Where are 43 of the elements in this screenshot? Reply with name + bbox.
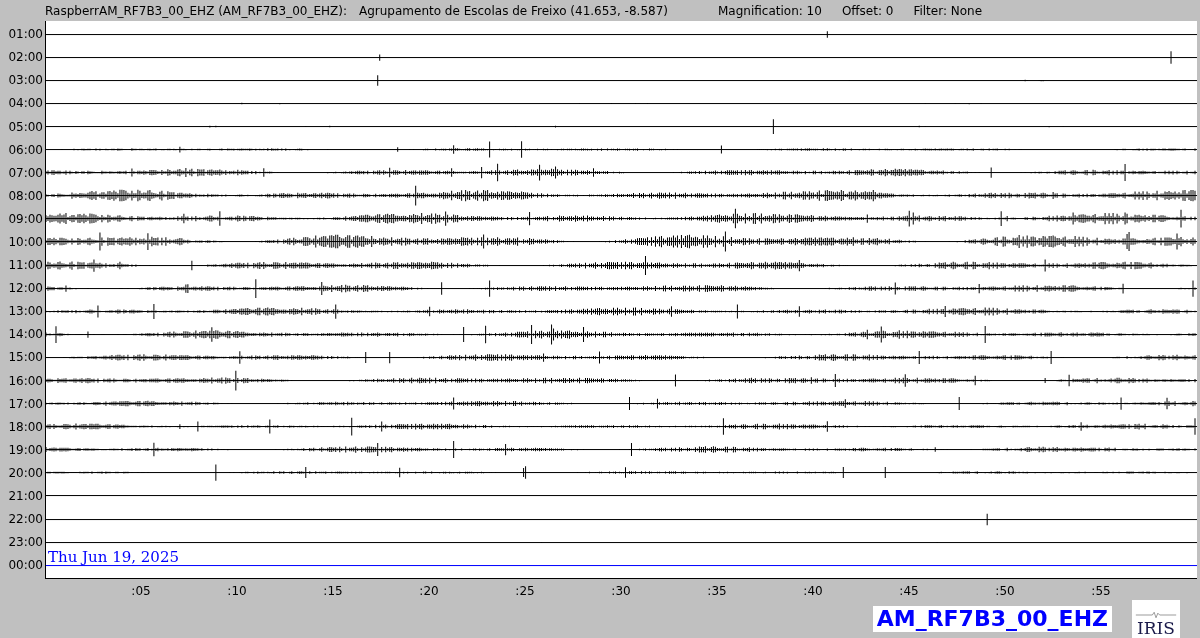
hour-label: 10:00 (7, 235, 44, 248)
hour-label: 14:00 (7, 328, 44, 341)
minute-tick-label: :20 (419, 582, 439, 600)
minute-tick-label: :45 (899, 582, 919, 600)
minute-tick-label: :25 (515, 582, 535, 600)
minute-tick-label: :10 (227, 582, 247, 600)
hour-label: 05:00 (7, 120, 44, 133)
minute-tick-label: :15 (323, 582, 343, 600)
minute-tick-label: :35 (707, 582, 727, 600)
hour-label: 18:00 (7, 420, 44, 433)
hour-label: 17:00 (7, 397, 44, 410)
hour-label: 11:00 (7, 259, 44, 272)
hour-label: 22:00 (7, 513, 44, 526)
hour-label: 19:00 (7, 443, 44, 456)
station-name: RaspberrAM_RF7B3_00_EHZ (AM_RF7B3_00_EHZ): (45, 2, 347, 20)
hour-label: 07:00 (7, 166, 44, 179)
magnification-label: Magnification: 10 (718, 2, 822, 20)
hour-label: 08:00 (7, 189, 44, 202)
minute-tick-label: :05 (131, 582, 151, 600)
minute-tick-label: :50 (995, 582, 1015, 600)
hour-label: 06:00 (7, 143, 44, 156)
filter-label: Filter: None (913, 2, 983, 20)
hour-label: 09:00 (7, 212, 44, 225)
hour-label: 12:00 (7, 282, 44, 295)
hour-label: 15:00 (7, 351, 44, 364)
hour-label: 04:00 (7, 97, 44, 110)
offset-label: Offset: 0 (841, 2, 894, 20)
hour-label: 20:00 (7, 466, 44, 479)
minute-tick-label: :40 (803, 582, 823, 600)
hour-label: 02:00 (7, 51, 44, 64)
channel-label: AM_RF7B3_00_EHZ (872, 606, 1112, 632)
iris-logo: IRIS (1132, 600, 1180, 638)
location-name: Agrupamento de Escolas de Freixo (41.653, -8.587) (359, 2, 668, 20)
hour-label: 01:00 (7, 28, 44, 41)
minute-tick-label: :30 (611, 582, 631, 600)
date-label: Thu Jun 19, 2025 (48, 549, 179, 565)
hour-label: 00:00 (7, 559, 44, 572)
hour-label: 03:00 (7, 74, 44, 87)
hour-label: 13:00 (7, 305, 44, 318)
hour-label: 16:00 (7, 374, 44, 387)
hour-label: 23:00 (7, 536, 44, 549)
minute-tick-label: :55 (1091, 582, 1111, 600)
hour-label: 21:00 (7, 490, 44, 502)
